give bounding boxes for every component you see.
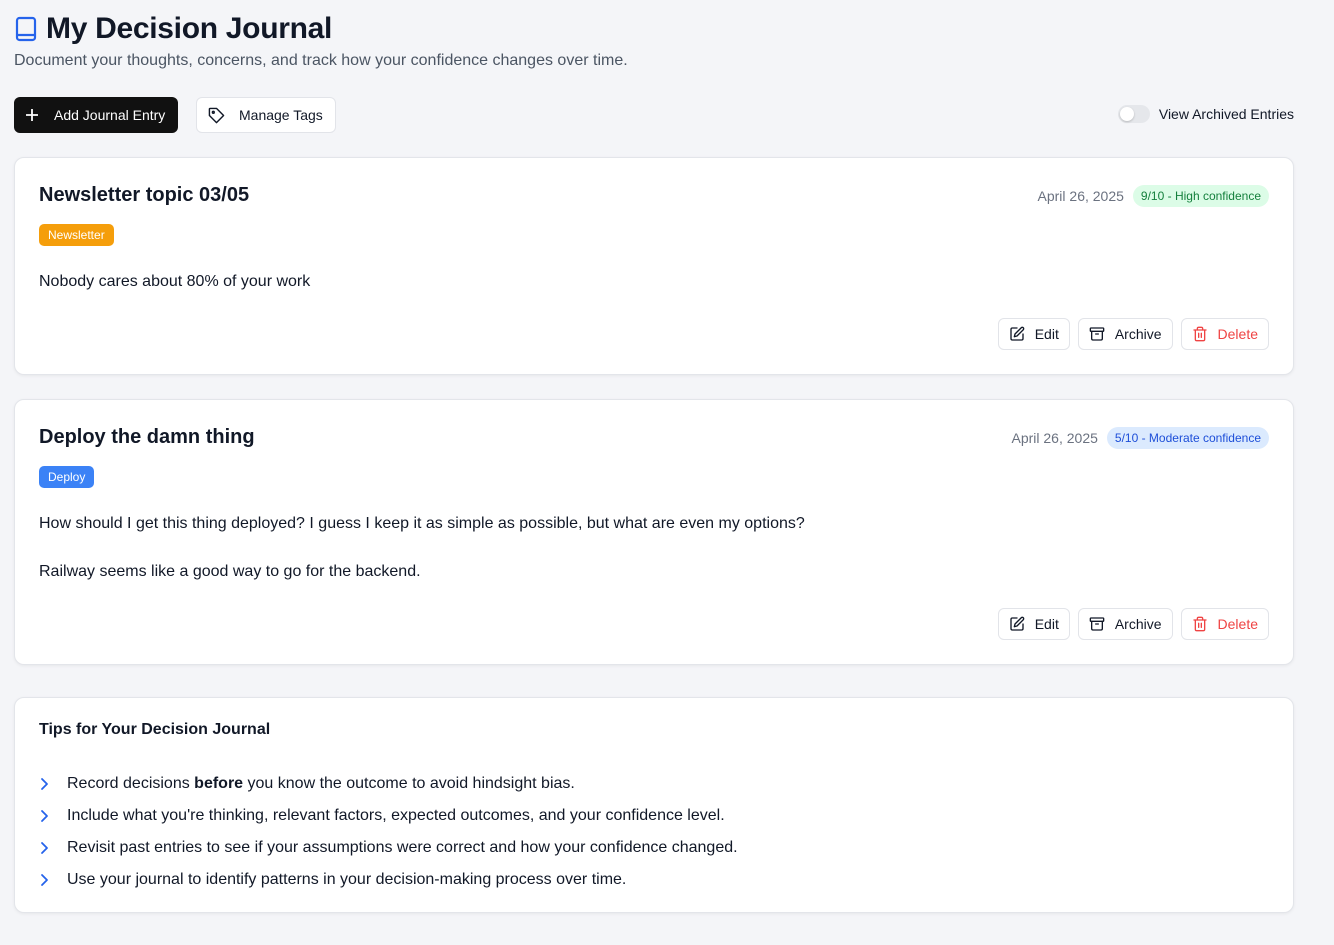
add-journal-entry-button[interactable]: Add Journal Entry <box>14 97 179 133</box>
title-row: My Decision Journal <box>14 12 332 46</box>
tip-text-post: you know the outcome to avoid hindsight … <box>243 775 575 792</box>
tip-text-pre: Record decisions <box>67 775 195 792</box>
tips-list: Record decisions before you know the out… <box>39 768 738 896</box>
archive-icon <box>1089 616 1105 632</box>
confidence-badge: 5/10 - Moderate confidence <box>1106 427 1269 449</box>
edit-button[interactable]: Edit <box>997 318 1070 350</box>
entry-meta: April 26, 2025 9/10 - High confidence <box>1038 185 1269 207</box>
entry-actions: Edit Archive Delete <box>990 318 1269 350</box>
chevron-right-icon <box>39 777 59 791</box>
entry-actions: Edit Archive Delete <box>990 608 1269 640</box>
trash-icon <box>1192 616 1208 632</box>
edit-button[interactable]: Edit <box>997 608 1070 640</box>
trash-icon <box>1192 326 1208 342</box>
edit-label: Edit <box>1034 616 1059 632</box>
tip-text-bold: before <box>194 775 244 792</box>
tag-icon <box>208 107 225 124</box>
tip-item: Record decisions before you know the out… <box>39 768 738 800</box>
switch-knob <box>1119 107 1134 121</box>
archived-toggle: View Archived Entries <box>1117 105 1294 123</box>
tip-item: Revisit past entries to see if your assu… <box>39 832 738 864</box>
confidence-badge: 9/10 - High confidence <box>1132 185 1269 207</box>
chevron-right-icon <box>39 873 59 887</box>
delete-button[interactable]: Delete <box>1180 608 1269 640</box>
tips-card: Tips for Your Decision Journal Record de… <box>14 697 1294 913</box>
manage-tags-button[interactable]: Manage Tags <box>196 97 336 133</box>
delete-label: Delete <box>1217 326 1258 342</box>
tip-item: Use your journal to identify patterns in… <box>39 864 738 896</box>
entry-body-line-2: Railway seems like a good way to go for … <box>39 563 421 580</box>
archived-label: View Archived Entries <box>1158 106 1294 122</box>
tips-title: Tips for Your Decision Journal <box>39 721 271 738</box>
edit-icon <box>1009 326 1025 342</box>
entry-body: Nobody cares about 80% of your work <box>39 273 311 290</box>
tip-text: Revisit past entries to see if your assu… <box>67 839 738 856</box>
journal-entry-card: Newsletter topic 03/05 April 26, 2025 9/… <box>14 157 1294 375</box>
chevron-right-icon <box>39 809 59 823</box>
tip-text: Include what you're thinking, relevant f… <box>67 807 725 824</box>
journal-entry-card: Deploy the damn thing April 26, 2025 5/1… <box>14 399 1294 665</box>
edit-icon <box>1009 616 1025 632</box>
archived-switch[interactable] <box>1117 105 1150 123</box>
tip-item: Include what you're thinking, relevant f… <box>39 800 738 832</box>
page-title: My Decision Journal <box>46 12 333 45</box>
entry-tag: Deploy <box>39 466 95 488</box>
entry-tag: Newsletter <box>39 224 114 246</box>
edit-label: Edit <box>1034 326 1059 342</box>
page-subtitle: Document your thoughts, concerns, and tr… <box>14 52 628 69</box>
chevron-right-icon <box>39 841 59 855</box>
entry-date: April 26, 2025 <box>1037 188 1124 204</box>
archive-label: Archive <box>1114 616 1162 632</box>
archive-button[interactable]: Archive <box>1077 318 1173 350</box>
entry-meta: April 26, 2025 5/10 - Moderate confidenc… <box>1011 427 1269 449</box>
toolbar: Add Journal Entry Manage Tags View Archi… <box>14 97 1294 133</box>
plus-icon <box>26 109 38 121</box>
archive-label: Archive <box>1114 326 1162 342</box>
app-root: My Decision Journal Document your though… <box>14 0 1294 913</box>
page-header: My Decision Journal Document your though… <box>14 0 1294 69</box>
delete-label: Delete <box>1217 616 1258 632</box>
archive-icon <box>1089 326 1105 342</box>
entry-title: Newsletter topic 03/05 <box>39 184 250 206</box>
tip-text: Record decisions before you know the out… <box>67 775 575 793</box>
book-icon <box>14 14 40 44</box>
delete-button[interactable]: Delete <box>1180 318 1269 350</box>
entry-body-line-1: How should I get this thing deployed? I … <box>39 515 805 532</box>
manage-tags-label: Manage Tags <box>239 107 323 123</box>
tip-text: Use your journal to identify patterns in… <box>67 871 627 888</box>
entry-date: April 26, 2025 <box>1011 430 1098 446</box>
archive-button[interactable]: Archive <box>1077 608 1173 640</box>
add-journal-entry-label: Add Journal Entry <box>54 107 166 123</box>
entry-title: Deploy the damn thing <box>39 426 255 448</box>
